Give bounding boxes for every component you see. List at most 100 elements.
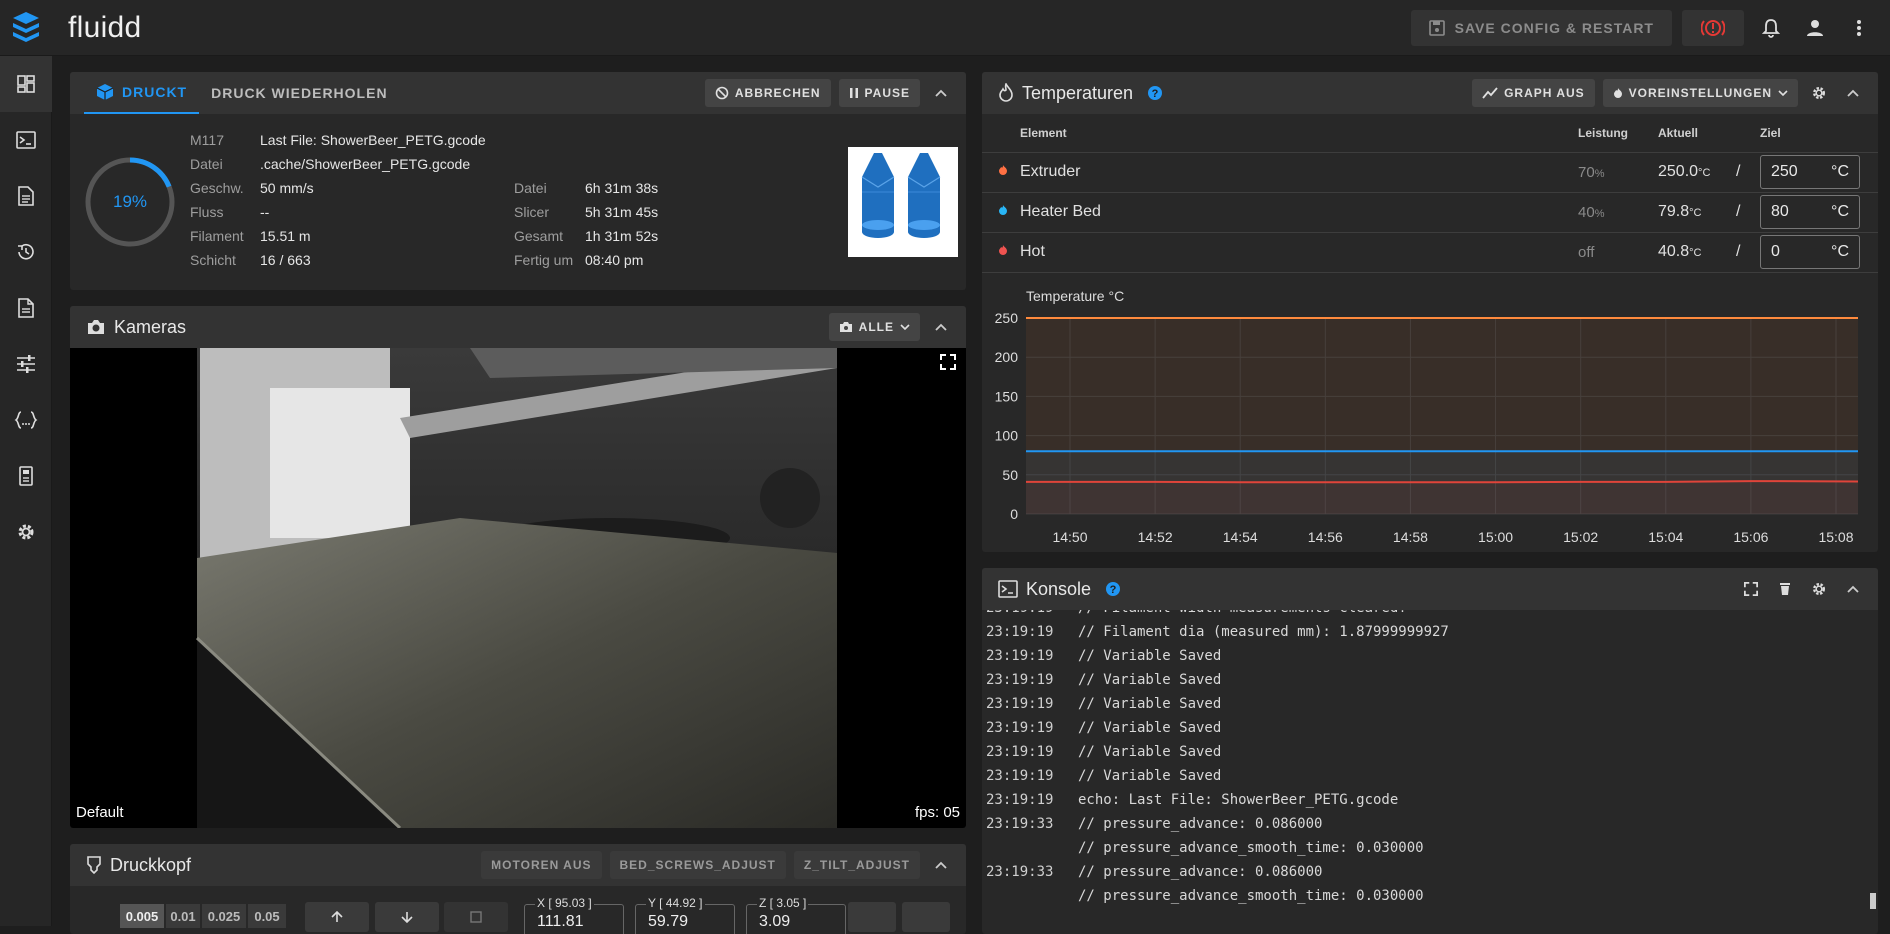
gear-icon bbox=[1813, 583, 1825, 595]
temp-row: Hot off 40.8°C /0 °C bbox=[982, 232, 1878, 273]
nav-console[interactable] bbox=[0, 112, 52, 168]
status-value: Last File: ShowerBeer_PETG.gcode bbox=[260, 132, 486, 148]
x-position-field[interactable]: X [ 95.03 ] 111.81 bbox=[524, 896, 624, 934]
temp-power-unit: % bbox=[1594, 207, 1605, 220]
raspberry-pi-icon bbox=[19, 466, 33, 486]
app-title[interactable]: fluidd bbox=[68, 11, 142, 45]
collapse-status-button[interactable] bbox=[928, 79, 954, 107]
motors-off-button[interactable]: MOTOREN AUS bbox=[481, 851, 602, 879]
console-scrollbar[interactable] bbox=[1870, 893, 1876, 909]
svg-text:?: ? bbox=[1152, 88, 1159, 100]
bell-icon bbox=[1762, 18, 1780, 38]
move-button[interactable] bbox=[902, 902, 950, 932]
cancel-print-button[interactable]: ABBRECHEN bbox=[704, 79, 831, 107]
step-001[interactable]: 0.01 bbox=[166, 904, 200, 928]
nav-files[interactable] bbox=[0, 280, 52, 336]
console-settings-button[interactable] bbox=[1806, 575, 1832, 603]
temp-name-cell: Heater Bed bbox=[982, 192, 1578, 233]
temp-target-input[interactable]: 80 °C bbox=[1760, 195, 1860, 229]
temp-power: off bbox=[1578, 243, 1595, 261]
print-thumbnail[interactable] bbox=[848, 147, 958, 257]
camera-select-button[interactable]: ALLE bbox=[828, 313, 920, 341]
x-tick-label: 14:52 bbox=[1138, 529, 1173, 545]
pause-print-button[interactable]: PAUSE bbox=[838, 79, 920, 107]
fullscreen-icon bbox=[1744, 582, 1758, 596]
dashboard-icon bbox=[17, 75, 35, 93]
collapse-cameras-button[interactable] bbox=[928, 313, 954, 341]
presets-button[interactable]: VOREINSTELLUNGEN bbox=[1602, 79, 1798, 107]
jog-up-button[interactable] bbox=[305, 902, 369, 932]
temp-slash: / bbox=[1736, 232, 1760, 273]
graph-toggle-label: GRAPH AUS bbox=[1504, 86, 1585, 100]
console-output[interactable]: 23:19:19// Filament width measurements c… bbox=[982, 610, 1878, 934]
jog-down-button[interactable] bbox=[375, 902, 439, 932]
bed-screws-adjust-button[interactable]: BED_SCREWS_ADJUST bbox=[609, 851, 786, 879]
camera-stream[interactable]: Default fps: 05 bbox=[70, 348, 966, 828]
temp-unit: °C bbox=[1689, 247, 1702, 259]
nav-history[interactable] bbox=[0, 224, 52, 280]
temp-target-input[interactable]: 250 °C bbox=[1760, 155, 1860, 189]
tab-printing[interactable]: DRUCKT bbox=[84, 72, 200, 114]
console-line: 23:19:19 // Variable Saved bbox=[986, 692, 1866, 716]
console-fullscreen-button[interactable] bbox=[1738, 575, 1764, 603]
camera-small-icon bbox=[839, 322, 852, 332]
nav-tune[interactable] bbox=[0, 336, 52, 392]
temp-name[interactable]: Extruder bbox=[1020, 163, 1080, 180]
collapse-temperatures-button[interactable] bbox=[1840, 79, 1866, 107]
console-icon bbox=[16, 131, 36, 149]
jog-save-button[interactable] bbox=[444, 902, 508, 932]
status-row: M117 Last File: ShowerBeer_PETG.gcode bbox=[190, 132, 486, 148]
status-row: Filament 15.51 m bbox=[190, 228, 311, 244]
nav-settings[interactable] bbox=[0, 504, 52, 560]
status-row: Schicht 16 / 663 bbox=[190, 252, 311, 268]
temp-actual: 40.8 bbox=[1658, 243, 1690, 260]
fluidd-logo[interactable] bbox=[0, 0, 52, 56]
tab-reprint[interactable]: DRUCK WIEDERHOLEN bbox=[199, 72, 399, 114]
temperatures-settings-button[interactable] bbox=[1806, 79, 1832, 107]
nav-dashboard[interactable] bbox=[0, 56, 52, 112]
nav-jobs[interactable] bbox=[0, 168, 52, 224]
z-tilt-adjust-button[interactable]: Z_TILT_ADJUST bbox=[793, 851, 920, 879]
camera-fps-label: fps: 05 bbox=[914, 804, 960, 821]
more-menu-button[interactable] bbox=[1842, 11, 1876, 45]
home-button[interactable] bbox=[848, 902, 896, 932]
nav-system[interactable] bbox=[0, 448, 52, 504]
temp-target-value: 250 bbox=[1771, 163, 1798, 180]
status-key: Geschw. bbox=[190, 180, 244, 196]
fullscreen-camera-button[interactable] bbox=[940, 354, 956, 373]
z-position-field[interactable]: Z [ 3.05 ] 3.09 bbox=[746, 896, 846, 934]
chevron-up-icon bbox=[935, 861, 947, 869]
console-timestamp: 23:19:33 bbox=[986, 864, 1054, 880]
emergency-stop-button[interactable] bbox=[1682, 9, 1744, 46]
user-button[interactable] bbox=[1798, 11, 1832, 45]
collapse-toolhead-button[interactable] bbox=[928, 851, 954, 879]
fire-icon bbox=[999, 83, 1013, 102]
y-position-field[interactable]: Y [ 44.92 ] 59.79 bbox=[635, 896, 735, 934]
chevron-up-icon bbox=[1847, 585, 1859, 593]
cancel-label: ABBRECHEN bbox=[734, 86, 821, 100]
temp-name-cell: Hot bbox=[982, 232, 1578, 273]
camera-icon bbox=[88, 320, 104, 334]
gear-icon bbox=[18, 524, 34, 540]
console-line: 23:19:19 // Variable Saved bbox=[986, 716, 1866, 740]
notifications-button[interactable] bbox=[1754, 11, 1788, 45]
model-preview-icon bbox=[861, 153, 941, 238]
step-005[interactable]: 0.05 bbox=[248, 904, 286, 928]
history-icon bbox=[18, 243, 34, 260]
step-0025[interactable]: 0.025 bbox=[202, 904, 246, 928]
temp-name[interactable]: Heater Bed bbox=[1020, 203, 1101, 220]
status-key: Schicht bbox=[190, 252, 236, 268]
temp-target-input[interactable]: 0 °C bbox=[1760, 235, 1860, 269]
cameras-title: Kameras bbox=[114, 316, 187, 337]
console-clear-button[interactable] bbox=[1772, 575, 1798, 603]
nav-macros[interactable] bbox=[0, 392, 52, 448]
save-config-restart-button[interactable]: SAVE CONFIG & RESTART bbox=[1410, 9, 1672, 46]
motors-off-label: MOTOREN AUS bbox=[491, 858, 592, 872]
console-line: 23:19:19 echo: Last File: ShowerBeer_PETG… bbox=[986, 788, 1866, 812]
temp-row: Extruder 70% 250.0°C/250 °C bbox=[982, 152, 1878, 193]
step-0005[interactable]: 0.005 bbox=[120, 904, 164, 928]
temp-target-cell: 250 °C bbox=[1760, 152, 1878, 193]
graph-toggle-button[interactable]: GRAPH AUS bbox=[1472, 79, 1595, 107]
temp-name[interactable]: Hot bbox=[1020, 243, 1045, 260]
collapse-console-button[interactable] bbox=[1840, 575, 1866, 603]
